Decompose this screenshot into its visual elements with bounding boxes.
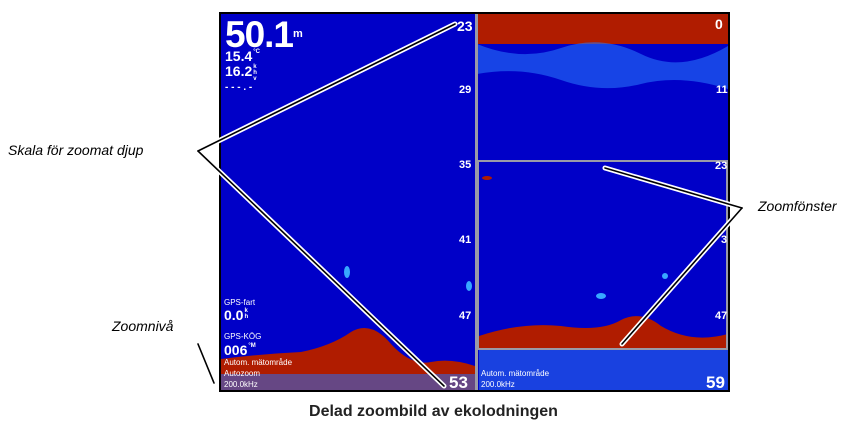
leader-line-zoom-level xyxy=(197,343,215,384)
callout-zoom-level: Zoomnivå xyxy=(112,318,174,334)
callout-leader-lines xyxy=(195,21,745,389)
figure-caption: Delad zoombild av ekolodningen xyxy=(309,403,558,420)
leader-line-zoom-window-bottom xyxy=(621,207,743,345)
callout-zoom-scale: Skala för zoomat djup xyxy=(8,142,144,158)
leader-line-zoom-window-top xyxy=(604,167,743,209)
leader-line-zoom-scale-bottom xyxy=(197,150,445,387)
leader-line-zoom-scale-top xyxy=(197,23,456,152)
callout-zoom-window: Zoomfönster xyxy=(758,198,837,214)
